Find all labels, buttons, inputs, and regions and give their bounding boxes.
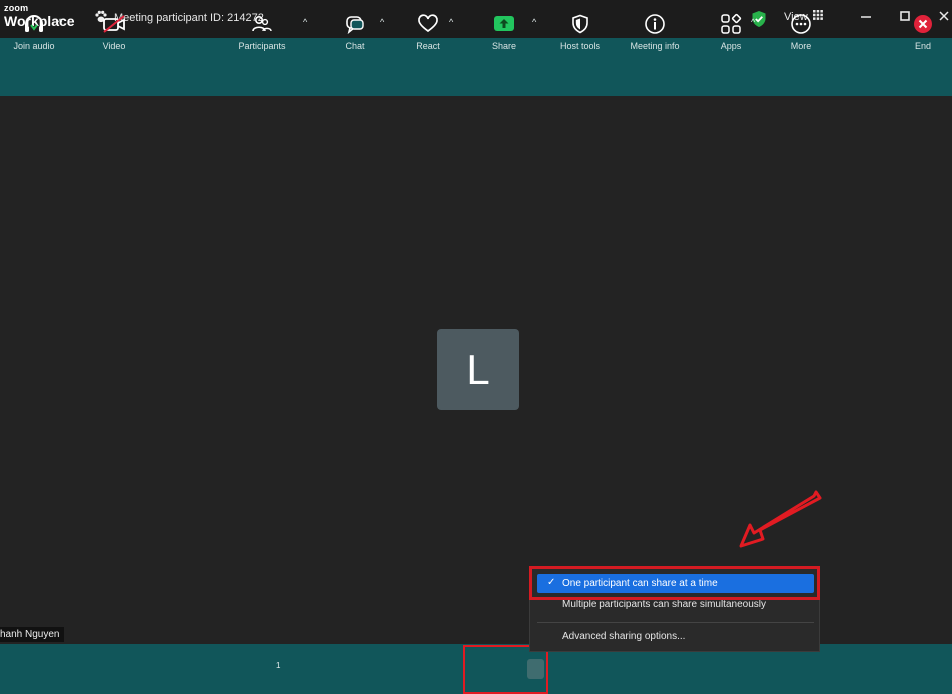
participants-chevron-up-icon[interactable]: ^ — [303, 17, 307, 27]
chat-button[interactable]: Chat — [340, 0, 370, 51]
apps-button[interactable]: Apps — [716, 0, 746, 51]
meeting-info-button[interactable]: Meeting info — [624, 0, 686, 51]
share-screen-icon — [493, 14, 515, 34]
info-icon — [644, 14, 666, 34]
apps-label: Apps — [720, 41, 742, 51]
heart-icon — [417, 14, 439, 34]
menu-divider — [537, 622, 814, 623]
share-label: Share — [491, 41, 517, 51]
join-audio-button[interactable]: Join audio — [8, 0, 60, 51]
close-icon — [939, 9, 949, 24]
more-button[interactable]: More — [786, 0, 816, 51]
end-button[interactable]: End — [908, 0, 938, 51]
chat-chevron-up-icon[interactable]: ^ — [380, 17, 384, 27]
video-button[interactable]: Video — [94, 0, 134, 51]
participant-avatar: L — [437, 329, 519, 410]
menu-item-multiple-participants[interactable]: Multiple participants can share simultan… — [562, 599, 766, 610]
audio-options-chevron-up-icon[interactable]: ^ — [58, 17, 62, 27]
more-label: More — [790, 41, 812, 51]
participant-name-tag: hanh Nguyen — [0, 627, 64, 642]
react-button[interactable]: React — [412, 0, 444, 51]
headphones-icon — [23, 14, 45, 34]
participants-label: Participants — [238, 41, 286, 51]
share-chevron-up-icon[interactable]: ^ — [532, 17, 536, 27]
react-chevron-up-icon[interactable]: ^ — [449, 17, 453, 27]
chat-label: Chat — [345, 41, 365, 51]
end-label: End — [914, 41, 931, 51]
minimize-button[interactable] — [861, 9, 871, 24]
more-icon — [790, 14, 812, 34]
react-label: React — [416, 41, 440, 51]
menu-highlight-box — [529, 566, 820, 600]
annotation-arrow-icon — [739, 490, 822, 548]
host-tools-label: Host tools — [559, 41, 601, 51]
share-highlight-box — [463, 645, 548, 694]
apps-chevron-up-icon[interactable]: ^ — [751, 17, 755, 27]
video-label: Video — [102, 41, 126, 51]
end-icon — [912, 14, 934, 34]
close-button[interactable] — [939, 9, 949, 24]
participants-button[interactable]: Participants — [234, 0, 290, 51]
share-button[interactable]: Share — [484, 0, 524, 51]
chat-icon — [344, 14, 366, 34]
video-off-icon — [102, 14, 126, 34]
meeting-info-label: Meeting info — [630, 41, 680, 51]
shield-icon — [570, 14, 590, 34]
menu-item-advanced-sharing[interactable]: Advanced sharing options... — [562, 631, 685, 642]
apps-icon — [720, 13, 742, 34]
join-audio-label: Join audio — [13, 41, 55, 51]
host-tools-button[interactable]: Host tools — [554, 0, 606, 51]
participants-icon — [251, 14, 273, 34]
minimize-icon — [861, 9, 871, 24]
participant-count: 1 — [276, 661, 281, 670]
